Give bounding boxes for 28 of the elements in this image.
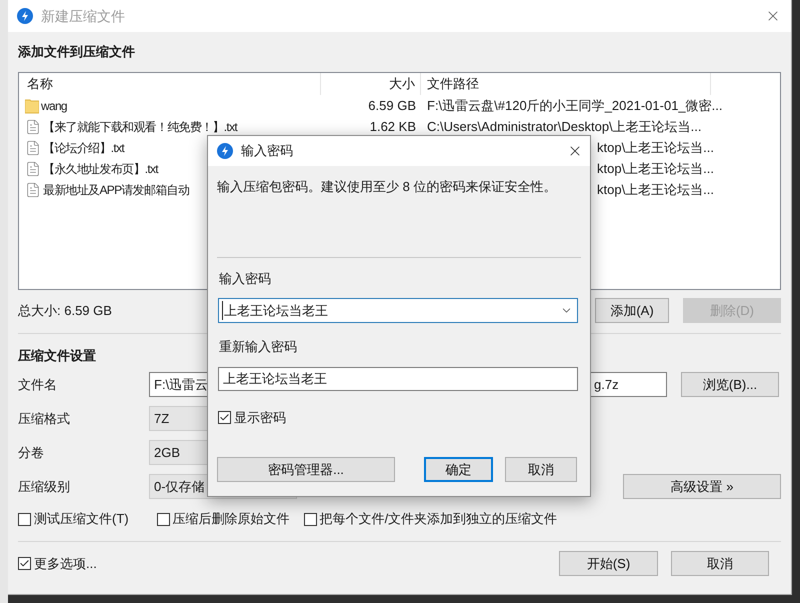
field-label: 压缩格式: [18, 410, 71, 428]
checkbox-label: 更多选项...: [34, 554, 97, 573]
file-path: ktop\上老王论坛当...: [597, 160, 714, 176]
section-heading: 添加文件到压缩文件: [18, 44, 136, 60]
file-name: 【来了就能下载和观看！纯免费！】.txt: [43, 118, 238, 136]
file-name: 【永久地址发布页】.txt: [43, 160, 158, 178]
file-path: F:\迅雷云盘\#120斤的小王同学_2021-01-01_微密...: [427, 98, 722, 113]
file-name: wang: [41, 98, 67, 114]
file-path: ktop\上老王论坛当...: [597, 140, 714, 155]
field-label: 文件名: [18, 376, 58, 394]
section-heading: 压缩文件设置: [18, 348, 97, 364]
checkbox-label: 测试压缩文件(T): [34, 510, 129, 528]
file-path: C:\Users\Administrator\Desktop\上老王论坛当...: [427, 118, 702, 134]
field-label: 压缩级别: [18, 478, 71, 496]
checkbox-label: 显示密码: [234, 408, 286, 426]
file-size: 6.59 GB: [368, 96, 416, 115]
file-name: 最新地址及APP请发邮箱自动: [43, 182, 190, 198]
field-label: 重新输入密码: [219, 338, 298, 356]
file-size: 1.62 KB: [370, 118, 416, 136]
file-path: ktop\上老王论坛当...: [597, 182, 714, 197]
file-name: 【论坛介绍】.txt: [43, 140, 124, 156]
checkbox-label: 压缩后删除原始文件: [172, 510, 290, 528]
dialog-title: 输入密码: [241, 142, 293, 160]
field-label: 分卷: [18, 444, 45, 462]
field-label: 输入密码: [219, 270, 272, 288]
dialog-message: 输入压缩包密码。建议使用至少 8 位的密码来保证安全性。: [217, 178, 558, 196]
window-title: 新建压缩文件: [41, 6, 125, 26]
total-size: 总大小: 6.59 GB: [18, 302, 112, 320]
